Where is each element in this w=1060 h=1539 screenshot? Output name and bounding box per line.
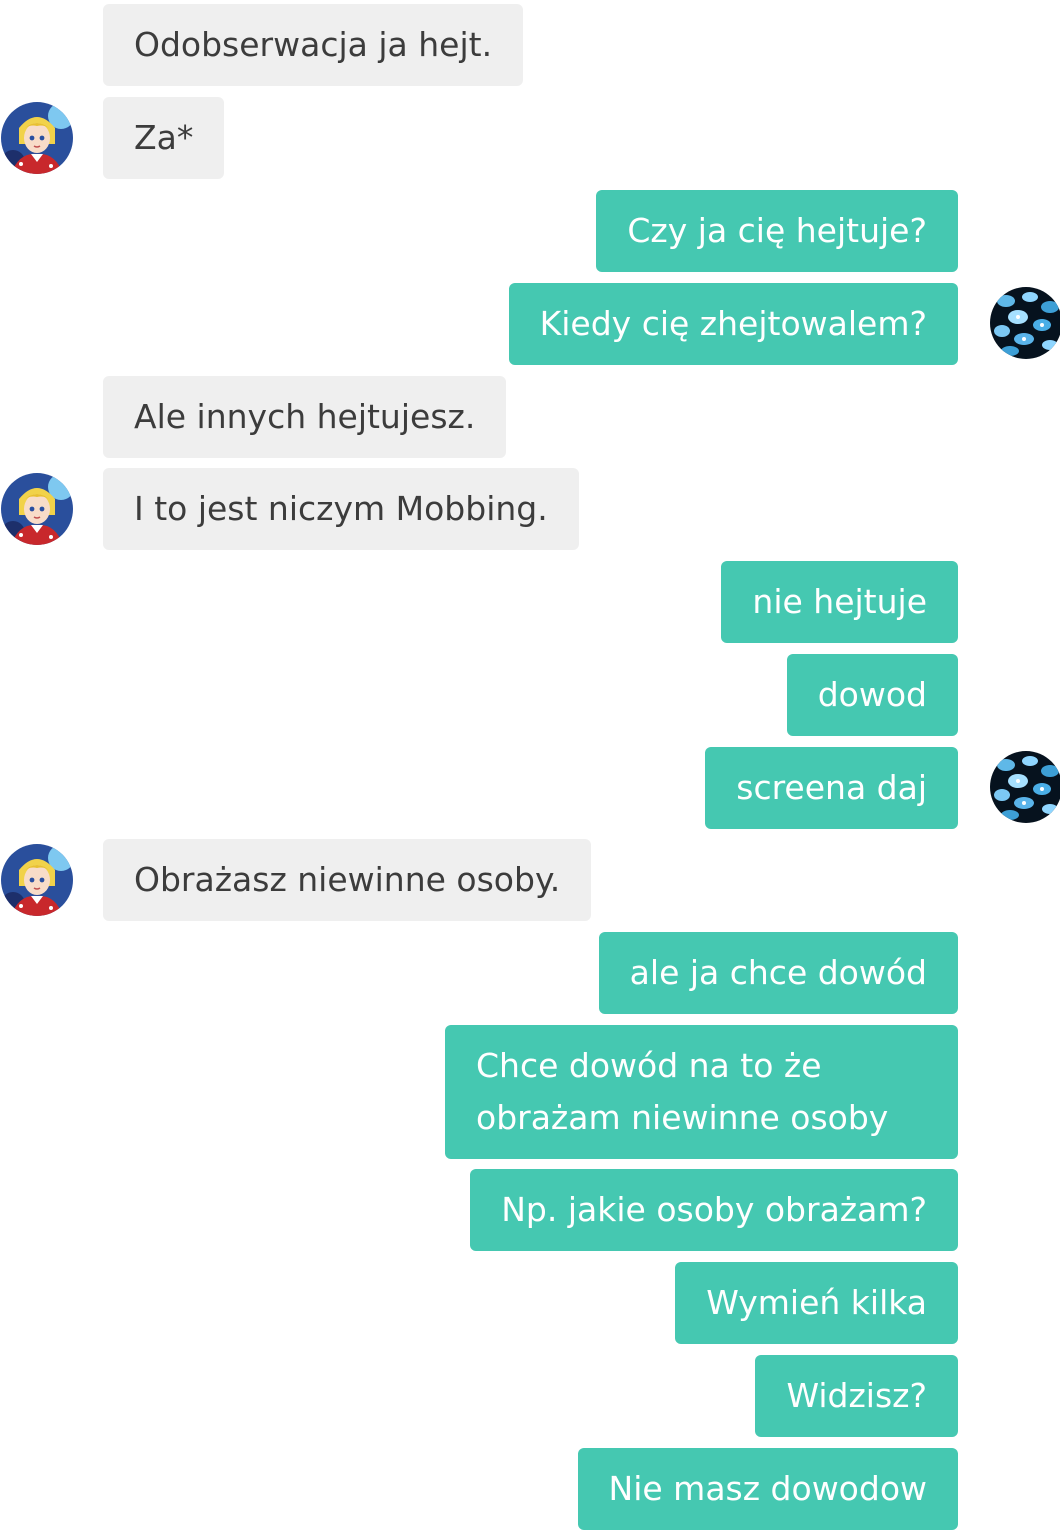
message-bubble-outgoing[interactable]: screena daj <box>705 747 958 829</box>
message-bubble-outgoing[interactable]: Chce dowód na to że obrażam niewinne oso… <box>445 1025 958 1159</box>
message-bubble-outgoing[interactable]: Czy ja cię hejtuje? <box>596 190 958 272</box>
message-bubble-outgoing[interactable]: ale ja chce dowód <box>598 932 958 1014</box>
message-bubble-outgoing[interactable]: Kiedy cię zhejtowalem? <box>508 283 958 365</box>
blue-butterflies-avatar-icon[interactable] <box>990 287 1060 359</box>
message-bubble-outgoing[interactable]: Nie masz dowodow <box>577 1448 958 1530</box>
message-bubble-incoming[interactable]: Obrażasz niewinne osoby. <box>103 839 592 921</box>
message-bubble-outgoing[interactable]: nie hejtuje <box>721 561 958 643</box>
anime-girl-avatar-icon[interactable] <box>1 102 73 174</box>
message-bubble-outgoing[interactable]: Widzisz? <box>755 1355 958 1437</box>
message-bubble-outgoing[interactable]: dowod <box>786 654 958 736</box>
message-bubble-incoming[interactable]: Ale innych hejtujesz. <box>103 376 507 458</box>
blue-butterflies-avatar-icon[interactable] <box>990 751 1060 823</box>
anime-girl-avatar-icon[interactable] <box>1 844 73 916</box>
message-bubble-incoming[interactable]: I to jest niczym Mobbing. <box>103 468 579 550</box>
message-bubble-outgoing[interactable]: Wymień kilka <box>675 1262 958 1344</box>
message-bubble-outgoing[interactable]: Np. jakie osoby obrażam? <box>470 1169 958 1251</box>
anime-girl-avatar-icon[interactable] <box>1 473 73 545</box>
message-bubble-incoming[interactable]: Odobserwacja ja hejt. <box>103 4 524 86</box>
message-bubble-incoming[interactable]: Za* <box>103 97 225 179</box>
